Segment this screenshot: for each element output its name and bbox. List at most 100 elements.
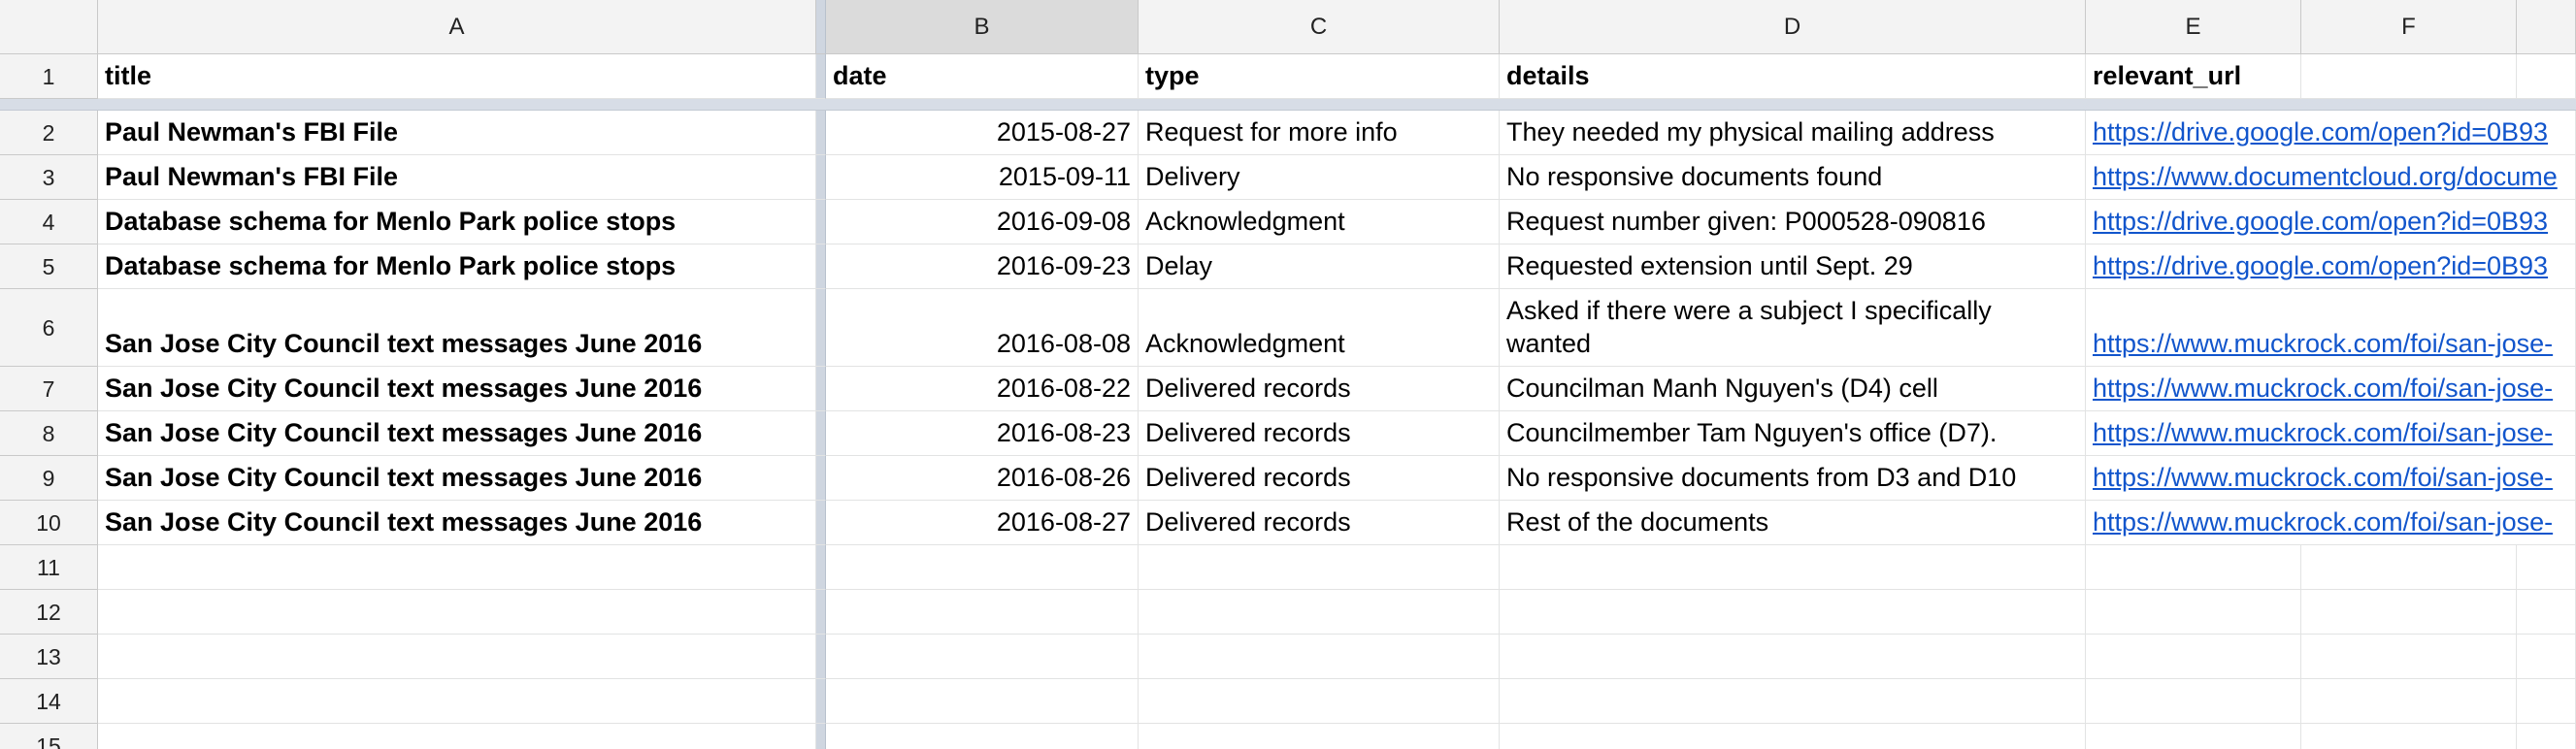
column-freeze-handle[interactable] [816,0,826,54]
cell[interactable] [2517,54,2576,99]
cell[interactable] [1139,590,1500,635]
cell[interactable] [98,724,816,749]
cell-date[interactable]: 2016-08-27 [826,501,1139,545]
cell[interactable] [2086,679,2301,724]
cell[interactable] [2301,545,2517,590]
row-header[interactable]: 15 [0,724,98,749]
cell-date[interactable]: 2016-08-26 [826,456,1139,501]
cell[interactable] [826,590,1139,635]
row-freeze-bar[interactable] [0,99,2576,111]
cell-type[interactable]: Delay [1139,244,1500,289]
cell[interactable] [2301,635,2517,679]
cell[interactable] [2301,54,2517,99]
cell-type[interactable]: Delivered records [1139,501,1500,545]
cell-type-header[interactable]: type [1139,54,1500,99]
row-header[interactable]: 9 [0,456,98,501]
column-header-f[interactable]: F [2301,0,2517,54]
select-all-corner[interactable] [0,0,98,54]
cell-details[interactable]: Councilmember Tam Nguyen's office (D7). [1500,411,2086,456]
cell[interactable] [1139,679,1500,724]
cell[interactable] [2086,545,2301,590]
cell[interactable] [2517,724,2576,749]
cell-title[interactable]: San Jose City Council text messages June… [98,411,816,456]
cell-date[interactable]: 2016-08-08 [826,289,1139,367]
cell[interactable] [1139,724,1500,749]
cell[interactable] [1139,545,1500,590]
cell[interactable] [2086,635,2301,679]
cell-title[interactable]: San Jose City Council text messages June… [98,501,816,545]
row-header[interactable]: 1 [0,54,98,99]
row-header[interactable]: 7 [0,367,98,411]
cell[interactable] [1500,679,2086,724]
cell-details-header[interactable]: details [1500,54,2086,99]
row-header[interactable]: 4 [0,200,98,244]
row-header[interactable]: 8 [0,411,98,456]
cell-details[interactable]: Asked if there were a subject I specific… [1500,289,2086,367]
cell-date-header[interactable]: date [826,54,1139,99]
cell-url[interactable]: https://www.documentcloud.org/docume [2086,155,2558,200]
row-header[interactable]: 2 [0,111,98,155]
url-link[interactable]: https://www.muckrock.com/foi/san-jose- [2093,372,2553,405]
row-header[interactable]: 5 [0,244,98,289]
cell-details[interactable]: Request number given: P000528-090816 [1500,200,2086,244]
url-link[interactable]: https://www.muckrock.com/foi/san-jose- [2093,327,2553,360]
column-header-c[interactable]: C [1139,0,1500,54]
column-header-d[interactable]: D [1500,0,2086,54]
row-header[interactable]: 3 [0,155,98,200]
cell[interactable] [1500,590,2086,635]
cell-type[interactable]: Request for more info [1139,111,1500,155]
cell-url[interactable]: https://www.muckrock.com/foi/san-jose- [2086,456,2553,501]
cell[interactable] [98,545,816,590]
url-link[interactable]: https://www.muckrock.com/foi/san-jose- [2093,461,2553,494]
cell[interactable] [2086,590,2301,635]
cell-date[interactable]: 2016-09-08 [826,200,1139,244]
cell-type[interactable]: Delivered records [1139,411,1500,456]
row-header[interactable]: 10 [0,501,98,545]
column-header-b[interactable]: B [826,0,1139,54]
cell[interactable] [826,724,1139,749]
cell[interactable] [2086,724,2301,749]
column-header-a[interactable]: A [98,0,816,54]
cell[interactable] [1500,724,2086,749]
cell-details[interactable]: No responsive documents from D3 and D10 [1500,456,2086,501]
cell-title[interactable]: San Jose City Council text messages June… [98,289,816,367]
url-link[interactable]: https://drive.google.com/open?id=0B93 [2093,115,2548,148]
cell-title[interactable]: Database schema for Menlo Park police st… [98,244,816,289]
cell[interactable] [1139,635,1500,679]
cell-url[interactable]: https://drive.google.com/open?id=0B93 [2086,200,2548,244]
cell[interactable] [98,679,816,724]
cell-title[interactable]: San Jose City Council text messages June… [98,456,816,501]
cell-url-header[interactable]: relevant_url [2086,54,2301,99]
cell-title[interactable]: Paul Newman's FBI File [98,111,816,155]
cell-type[interactable]: Delivery [1139,155,1500,200]
column-header-g[interactable] [2517,0,2576,54]
cell-title[interactable]: Database schema for Menlo Park police st… [98,200,816,244]
cell[interactable] [2517,545,2576,590]
cell[interactable] [2301,679,2517,724]
cell-url[interactable]: https://drive.google.com/open?id=0B93 [2086,244,2548,289]
cell[interactable] [826,545,1139,590]
cell-date[interactable]: 2016-08-23 [826,411,1139,456]
url-link[interactable]: https://www.muckrock.com/foi/san-jose- [2093,505,2553,538]
row-header[interactable]: 6 [0,289,98,367]
column-header-e[interactable]: E [2086,0,2301,54]
cell[interactable] [826,635,1139,679]
cell-type[interactable]: Delivered records [1139,367,1500,411]
cell-url[interactable]: https://drive.google.com/open?id=0B93 [2086,111,2548,155]
row-header[interactable]: 14 [0,679,98,724]
cell-url[interactable]: https://www.muckrock.com/foi/san-jose- [2086,367,2553,411]
row-header[interactable]: 12 [0,590,98,635]
cell[interactable] [2301,724,2517,749]
cell[interactable] [2517,635,2576,679]
cell-type[interactable]: Acknowledgment [1139,289,1500,367]
cell[interactable] [1500,545,2086,590]
cell[interactable] [2517,679,2576,724]
cell-url[interactable]: https://www.muckrock.com/foi/san-jose- [2086,411,2553,456]
row-header[interactable]: 11 [0,545,98,590]
cell[interactable] [98,635,816,679]
cell-details[interactable]: Requested extension until Sept. 29 [1500,244,2086,289]
cell-url[interactable]: https://www.muckrock.com/foi/san-jose- [2086,289,2553,367]
url-link[interactable]: https://drive.google.com/open?id=0B93 [2093,249,2548,282]
cell[interactable] [2301,590,2517,635]
cell-date[interactable]: 2015-08-27 [826,111,1139,155]
